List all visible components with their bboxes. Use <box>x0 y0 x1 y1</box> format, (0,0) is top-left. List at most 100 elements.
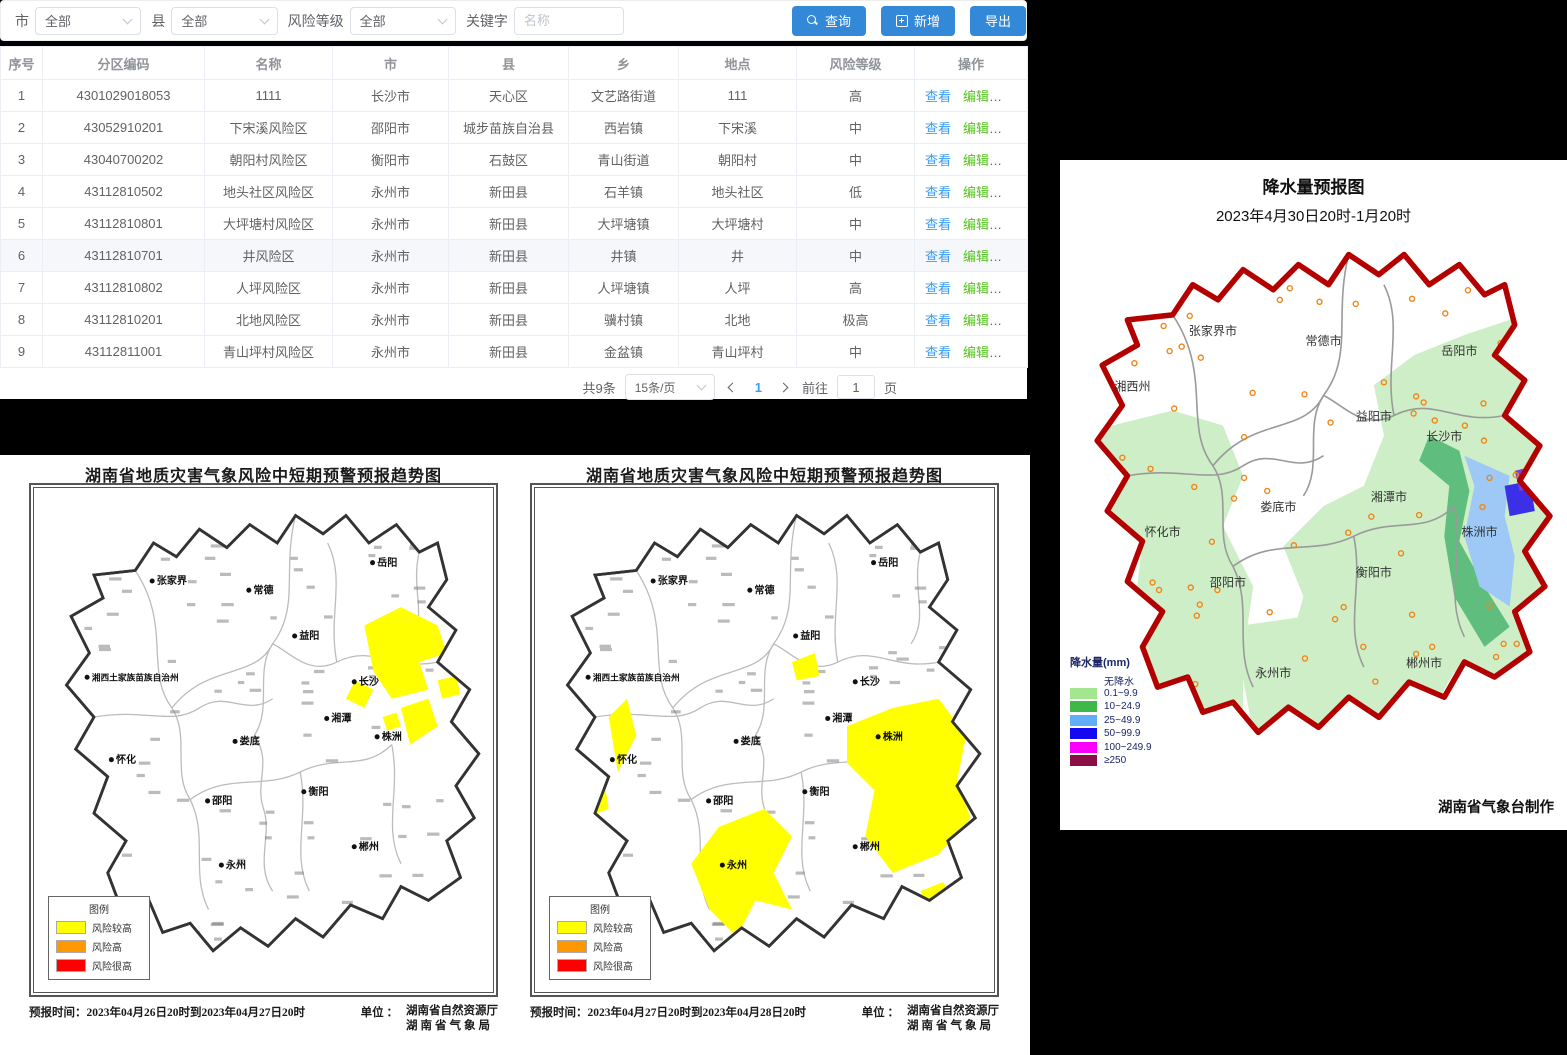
city-dot <box>85 675 90 680</box>
county-label-mark <box>688 603 696 606</box>
unit-line2: 湖南省气象局 <box>907 1019 999 1033</box>
cell-county: 新田县 <box>449 272 569 304</box>
col-town: 乡 <box>569 47 679 80</box>
city-label: 郴州 <box>359 840 379 853</box>
county-label-mark <box>825 615 834 618</box>
county-label-mark <box>212 922 223 925</box>
county-label-mark <box>649 791 661 794</box>
cell-code: 43112810502 <box>43 176 205 208</box>
view-link[interactable]: 查看 <box>925 249 951 264</box>
chevron-down-icon <box>123 14 133 24</box>
unit-label: 单位 ： <box>361 1004 398 1033</box>
cell-name: 青山坪村风险区 <box>205 336 333 368</box>
city-label: 张家界 <box>658 574 689 587</box>
delete-link[interactable]: 删除 <box>1001 217 1027 232</box>
delete-link[interactable]: 删除 <box>1001 153 1027 168</box>
delete-link[interactable]: 删除 <box>1001 185 1027 200</box>
delete-link[interactable]: 删除 <box>1001 313 1027 328</box>
county-label-mark <box>751 689 762 692</box>
county-label-mark <box>303 734 311 737</box>
edit-link[interactable]: 编辑 <box>963 121 989 136</box>
cell-no: 3 <box>1 144 43 176</box>
station-dot <box>1137 291 1142 296</box>
search-button[interactable]: 查询 <box>792 6 866 36</box>
county-label-mark <box>869 554 876 557</box>
county-label-mark <box>294 568 303 571</box>
edit-link[interactable]: 编辑 <box>963 249 989 264</box>
view-link[interactable]: 查看 <box>925 185 951 200</box>
cell-no: 2 <box>1 112 43 144</box>
keyword-input[interactable] <box>514 7 624 35</box>
county-label-mark <box>913 874 924 877</box>
edit-link[interactable]: 编辑 <box>963 89 989 104</box>
edit-link[interactable]: 编辑 <box>963 345 989 360</box>
cell-actions: 查看编辑删除 <box>915 208 1028 240</box>
county-select[interactable]: 全部 <box>171 7 277 35</box>
legend-swatch-red <box>56 959 86 972</box>
cell-risk-level: 中 <box>797 112 915 144</box>
risk-level-select[interactable]: 全部 <box>350 7 456 35</box>
county-label-mark <box>245 888 253 891</box>
edit-link[interactable]: 编辑 <box>963 281 989 296</box>
trend-maps-panel: 湖南省地质灾害气象风险中短期预警预报趋势图 张家界常德岳阳湘西土家族苗族自治州益… <box>0 455 1030 1055</box>
city-dot <box>246 588 251 593</box>
view-link[interactable]: 查看 <box>925 121 951 136</box>
rain-swatch-3 <box>1070 728 1097 739</box>
view-link[interactable]: 查看 <box>925 217 951 232</box>
county-label-mark <box>241 944 249 947</box>
city-dot <box>352 679 357 684</box>
delete-link[interactable]: 删除 <box>1001 281 1027 296</box>
city-dot <box>720 863 725 868</box>
city-label: 岳阳 <box>377 556 397 569</box>
add-button[interactable]: 新增 <box>881 6 955 36</box>
city-label: 娄底 <box>741 735 761 748</box>
edit-link[interactable]: 编辑 <box>963 185 989 200</box>
export-button[interactable]: 导出 <box>970 6 1026 36</box>
city-dot <box>853 844 858 849</box>
goto-page-input[interactable] <box>837 375 875 399</box>
county-label-mark <box>122 854 132 857</box>
view-link[interactable]: 查看 <box>925 281 951 296</box>
delete-link[interactable]: 删除 <box>1001 89 1027 104</box>
county-label-mark <box>413 934 424 937</box>
county-label-mark <box>857 933 864 936</box>
county-label-mark <box>398 835 406 838</box>
city-select[interactable]: 全部 <box>35 7 141 35</box>
view-link[interactable]: 查看 <box>925 89 951 104</box>
edit-link[interactable]: 编辑 <box>963 153 989 168</box>
edit-link[interactable]: 编辑 <box>963 217 989 232</box>
rain-legend-label: 25~49.9 <box>1104 715 1140 726</box>
page-number[interactable]: 1 <box>751 380 766 395</box>
county-label-mark <box>187 603 195 606</box>
station-dot <box>1459 720 1464 725</box>
county-label-mark <box>99 648 111 651</box>
col-name: 名称 <box>205 47 333 80</box>
page-size-select[interactable]: 15条/页 <box>625 374 715 400</box>
county-label-mark <box>383 803 391 806</box>
edit-link[interactable]: 编辑 <box>963 313 989 328</box>
legend-label: 风险较高 <box>92 920 132 935</box>
county-label-mark <box>415 917 422 920</box>
delete-link[interactable]: 删除 <box>1001 345 1027 360</box>
view-link[interactable]: 查看 <box>925 313 951 328</box>
cell-risk-level: 中 <box>797 208 915 240</box>
next-page-button[interactable] <box>775 378 793 396</box>
city-label: 怀化 <box>116 753 136 766</box>
legend-title: 图例 <box>56 901 142 916</box>
prev-page-button[interactable] <box>724 378 742 396</box>
city-label: 长沙市 <box>1426 429 1462 444</box>
table-row: 943112811001青山坪村风险区永州市新田县金盆镇青山坪村中查看编辑删除 <box>1 336 1028 368</box>
county-label-mark <box>896 658 908 661</box>
county-label-mark <box>302 681 310 684</box>
city-label: 株洲 <box>883 730 903 743</box>
view-link[interactable]: 查看 <box>925 345 951 360</box>
delete-link[interactable]: 删除 <box>1001 249 1027 264</box>
view-link[interactable]: 查看 <box>925 153 951 168</box>
cell-risk-level: 中 <box>797 144 915 176</box>
cell-actions: 查看编辑删除 <box>915 336 1028 368</box>
cell-place: 下宋溪 <box>679 112 797 144</box>
county-label-mark <box>360 837 371 840</box>
city-dot <box>324 716 329 721</box>
delete-link[interactable]: 删除 <box>1001 121 1027 136</box>
county-label-mark <box>722 603 734 606</box>
